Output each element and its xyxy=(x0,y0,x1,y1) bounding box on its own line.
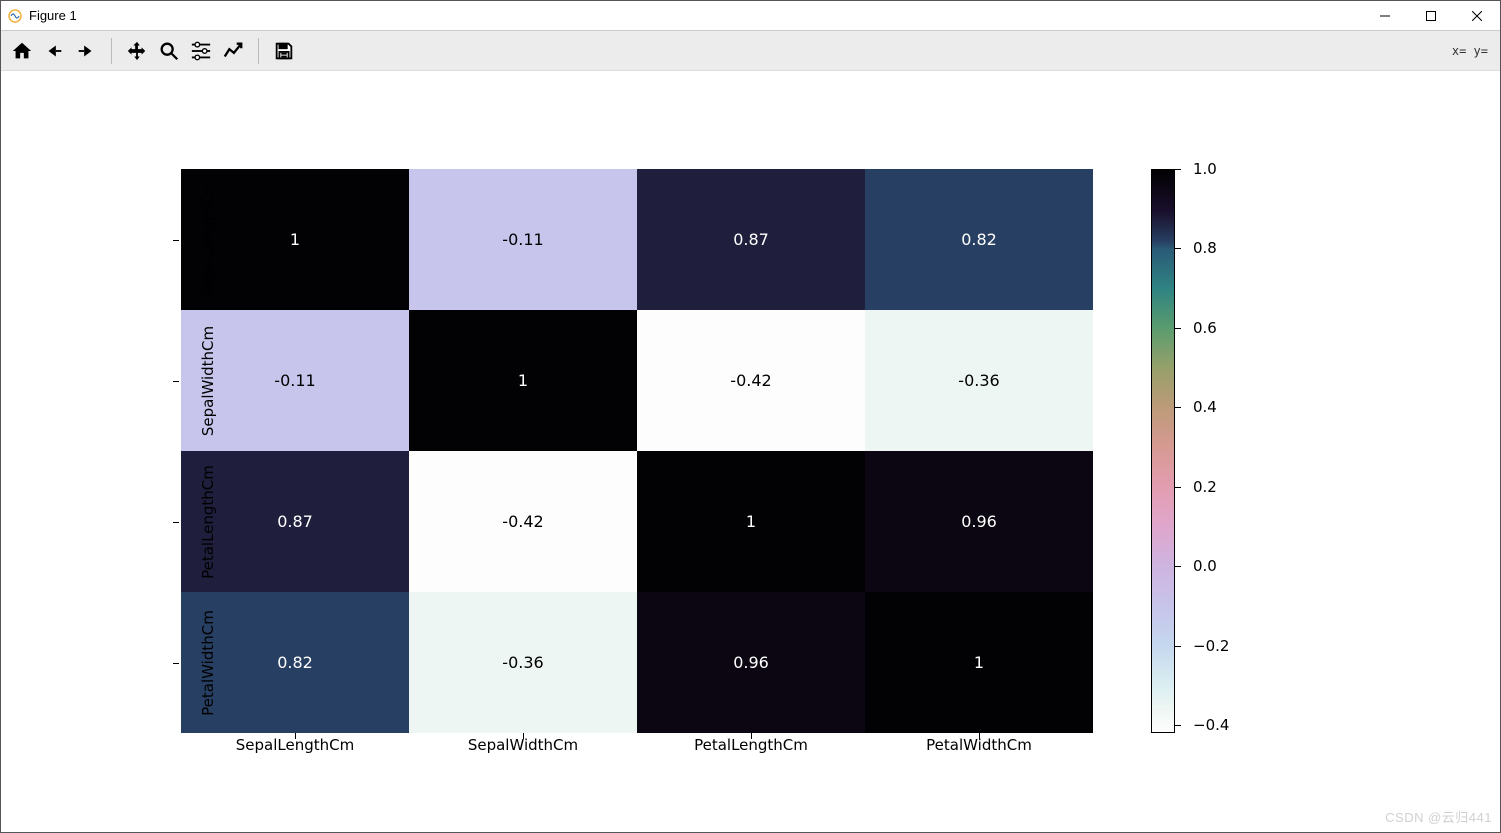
heatmap-cell: -0.36 xyxy=(409,592,637,733)
configure-subplots-button[interactable] xyxy=(186,36,216,66)
titlebar: Figure 1 xyxy=(1,1,1500,31)
watermark: CSDN @云归441 xyxy=(1385,807,1492,826)
app-window: Figure 1 x= y= 1-0.110.870.82-0.111-0 xyxy=(0,0,1501,833)
heatmap-cell: 0.96 xyxy=(637,592,865,733)
colorbar-tick-label: 0.8 xyxy=(1193,239,1217,257)
heatmap-cell: -0.42 xyxy=(637,310,865,451)
colorbar-tick-label: 0.0 xyxy=(1193,557,1217,575)
plot-canvas[interactable]: 1-0.110.870.82-0.111-0.42-0.360.87-0.421… xyxy=(1,71,1500,832)
heatmap-cell: 1 xyxy=(637,451,865,592)
y-axis-labels: SepalLengthCmSepalWidthCmPetalLengthCmPe… xyxy=(149,169,179,733)
y-tick-label: SepalLengthCm xyxy=(149,169,267,310)
forward-button[interactable] xyxy=(71,36,101,66)
colorbar-tick-label: 0.4 xyxy=(1193,398,1217,416)
toolbar-separator xyxy=(258,38,259,64)
heatmap-grid: 1-0.110.870.82-0.111-0.42-0.360.87-0.421… xyxy=(181,169,1093,733)
cursor-coordinates: x= y= xyxy=(1452,44,1488,58)
colorbar-tick-label: 0.6 xyxy=(1193,319,1217,337)
home-button[interactable] xyxy=(7,36,37,66)
colorbar xyxy=(1151,169,1175,733)
y-tick-label: PetalLengthCm xyxy=(149,451,267,592)
heatmap-cell: -0.42 xyxy=(409,451,637,592)
heatmap-cell: 0.87 xyxy=(637,169,865,310)
pan-button[interactable] xyxy=(122,36,152,66)
colorbar-tick-label: 1.0 xyxy=(1193,160,1217,178)
toolbar-separator xyxy=(111,38,112,64)
window-title: Figure 1 xyxy=(29,8,77,23)
heatmap-cell: 1 xyxy=(865,592,1093,733)
colorbar-tick-label: −0.2 xyxy=(1193,637,1229,655)
zoom-button[interactable] xyxy=(154,36,184,66)
heatmap-cell: 0.96 xyxy=(865,451,1093,592)
toolbar: x= y= xyxy=(1,31,1500,71)
save-button[interactable] xyxy=(269,36,299,66)
close-button[interactable] xyxy=(1454,1,1500,31)
back-button[interactable] xyxy=(39,36,69,66)
heatmap-axes: 1-0.110.870.82-0.111-0.42-0.360.87-0.421… xyxy=(181,169,1093,733)
colorbar-tick-label: −0.4 xyxy=(1193,716,1229,734)
y-tick-label: SepalWidthCm xyxy=(149,310,267,451)
maximize-button[interactable] xyxy=(1408,1,1454,31)
heatmap-cell: 1 xyxy=(409,310,637,451)
edit-axis-button[interactable] xyxy=(218,36,248,66)
app-icon xyxy=(7,8,23,24)
window-controls xyxy=(1362,1,1500,31)
x-axis-labels: SepalLengthCmSepalWidthCmPetalLengthCmPe… xyxy=(181,736,1093,754)
heatmap-cell: -0.11 xyxy=(409,169,637,310)
minimize-button[interactable] xyxy=(1362,1,1408,31)
heatmap-cell: 0.82 xyxy=(865,169,1093,310)
heatmap-cell: -0.36 xyxy=(865,310,1093,451)
y-tick-label: PetalWidthCm xyxy=(149,592,267,733)
colorbar-tick-label: 0.2 xyxy=(1193,478,1217,496)
